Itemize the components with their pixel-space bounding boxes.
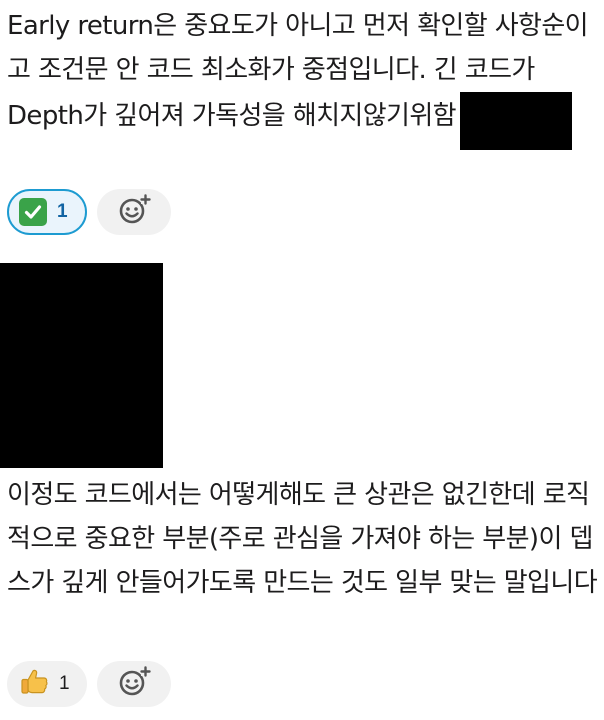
message-2-reactions: 1: [7, 661, 171, 707]
thumbs-up-icon: [19, 667, 49, 701]
add-reaction-button[interactable]: [97, 661, 171, 707]
reaction-check-mark-button[interactable]: 1: [7, 189, 87, 235]
add-reaction-button[interactable]: [97, 189, 171, 235]
redacted-inline-block: [460, 92, 572, 150]
message-2: 이정도 코드에서는 어떻게해도 큰 상관은 없긴한데 로직적으로 중요한 부분(…: [0, 240, 604, 720]
message-1-reactions: 1: [7, 189, 171, 235]
message-2-text: 이정도 코드에서는 어떻게해도 큰 상관은 없긴한데 로직적으로 중요한 부분(…: [7, 480, 598, 598]
reaction-count: 1: [59, 673, 70, 694]
add-emoji-icon: [117, 193, 151, 231]
message-1: Early return은 중요도가 아니고 먼저 확인할 사항순이고 조건문 …: [0, 0, 604, 240]
redacted-image-block: [0, 263, 163, 468]
reaction-thumbs-up-button[interactable]: 1: [7, 661, 87, 707]
add-emoji-icon: [117, 665, 151, 703]
white-check-mark-icon: [19, 198, 47, 226]
message-1-text-block: Early return은 중요도가 아니고 먼저 확인할 사항순이고 조건문 …: [7, 4, 597, 150]
message-2-text-block: 이정도 코드에서는 어떻게해도 큰 상관은 없긴한데 로직적으로 중요한 부분(…: [7, 473, 598, 605]
reaction-count: 1: [57, 201, 68, 222]
